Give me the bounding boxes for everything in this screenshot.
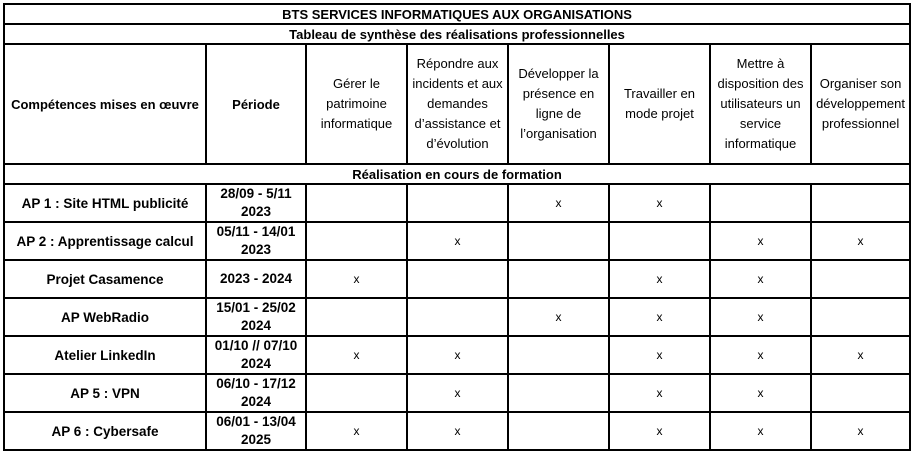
document-subtitle: Tableau de synthèse des réalisations pro… [2, 23, 912, 45]
synthesis-table: BTS SERVICES INFORMATIQUES AUX ORGANISAT… [2, 3, 912, 451]
section-row: Réalisation en cours de formation [2, 163, 912, 185]
competence-cell-6: x [809, 411, 912, 451]
header-competence-1: Gérer le patrimoine informatique [305, 43, 408, 165]
competence-cell-2 [406, 259, 509, 299]
competence-cell-1 [305, 373, 408, 413]
competence-cell-3 [507, 373, 610, 413]
competence-cell-6 [809, 259, 912, 299]
row-period: 01/10 // 07/10 2024 [205, 335, 307, 375]
competence-cell-1 [305, 297, 408, 337]
competence-cell-2: x [406, 411, 509, 451]
header-row: Compétences mises en œuvre Période Gérer… [3, 43, 912, 165]
competence-cell-4: x [608, 183, 711, 223]
competence-cell-3 [507, 411, 610, 451]
table-row: AP 6 : Cybersafe 06/01 - 13/04 2025 x x x x x [3, 411, 912, 451]
competence-cell-1 [305, 183, 408, 223]
competence-cell-2 [406, 297, 509, 337]
competence-cell-1: x [305, 411, 408, 451]
document-title: BTS SERVICES INFORMATIQUES AUX ORGANISAT… [2, 3, 912, 25]
competence-cell-4: x [608, 259, 711, 299]
competence-cell-3: x [507, 183, 610, 223]
competence-cell-5: x [709, 297, 812, 337]
header-competence-5: Mettre à disposition des utilisateurs un… [709, 43, 812, 165]
table-row: AP 5 : VPN 06/10 - 17/12 2024 x x x [3, 373, 912, 413]
competence-cell-1 [305, 221, 408, 261]
competence-cell-5: x [709, 373, 812, 413]
title-row: BTS SERVICES INFORMATIQUES AUX ORGANISAT… [2, 3, 912, 25]
competence-cell-3 [507, 335, 610, 375]
competence-cell-6 [809, 297, 912, 337]
header-competence-2: Répondre aux incidents et aux demandes d… [406, 43, 509, 165]
competence-cell-3 [507, 221, 610, 261]
table-row: AP 2 : Apprentissage calcul 05/11 - 14/01… [3, 221, 912, 261]
competence-cell-6 [809, 373, 912, 413]
header-competences: Compétences mises en œuvre [3, 43, 207, 165]
row-name: AP 6 : Cybersafe [3, 411, 207, 451]
competence-cell-5: x [709, 411, 812, 451]
competence-cell-6: x [809, 221, 912, 261]
row-period: 15/01 - 25/02 2024 [205, 297, 307, 337]
subtitle-row: Tableau de synthèse des réalisations pro… [2, 23, 912, 45]
header-periode: Période [205, 43, 307, 165]
row-period: 2023 - 2024 [205, 259, 307, 299]
row-name: AP 2 : Apprentissage calcul [3, 221, 207, 261]
header-competence-3: Développer la présence en ligne de l’org… [507, 43, 610, 165]
competence-cell-1: x [305, 335, 408, 375]
row-period: 05/11 - 14/01 2023 [205, 221, 307, 261]
header-competence-6: Organiser son développement professionne… [809, 43, 912, 165]
row-name: AP 5 : VPN [3, 373, 207, 413]
competence-cell-2: x [406, 221, 509, 261]
header-competence-4: Travailler en mode projet [608, 43, 711, 165]
row-period: 28/09 - 5/11 2023 [205, 183, 307, 223]
competence-cell-4: x [608, 411, 711, 451]
table-row: AP WebRadio 15/01 - 25/02 2024 x x x [3, 297, 912, 337]
competence-cell-2: x [406, 373, 509, 413]
competence-cell-5: x [709, 259, 812, 299]
row-period: 06/10 - 17/12 2024 [205, 373, 307, 413]
row-name: AP WebRadio [3, 297, 207, 337]
table-row: AP 1 : Site HTML publicité 28/09 - 5/11 2… [3, 183, 912, 223]
row-name: AP 1 : Site HTML publicité [3, 183, 207, 223]
competence-cell-2: x [406, 335, 509, 375]
competence-cell-6: x [809, 335, 912, 375]
competence-cell-2 [406, 183, 509, 223]
table-row: Atelier LinkedIn 01/10 // 07/10 2024 x x x x x [3, 335, 912, 375]
competence-cell-4: x [608, 297, 711, 337]
competence-cell-1: x [305, 259, 408, 299]
row-period: 06/01 - 13/04 2025 [205, 411, 307, 451]
competence-cell-5 [709, 183, 812, 223]
table-row: Projet Casamence 2023 - 2024 x x x [3, 259, 912, 299]
section-label: Réalisation en cours de formation [2, 163, 912, 185]
competence-cell-4 [608, 221, 711, 261]
competence-cell-5: x [709, 335, 812, 375]
competence-cell-3 [507, 259, 610, 299]
competence-cell-3: x [507, 297, 610, 337]
competence-cell-4: x [608, 335, 711, 375]
competence-cell-6 [809, 183, 912, 223]
row-name: Atelier LinkedIn [3, 335, 207, 375]
competence-cell-5: x [709, 221, 812, 261]
competence-cell-4: x [608, 373, 711, 413]
row-name: Projet Casamence [3, 259, 207, 299]
